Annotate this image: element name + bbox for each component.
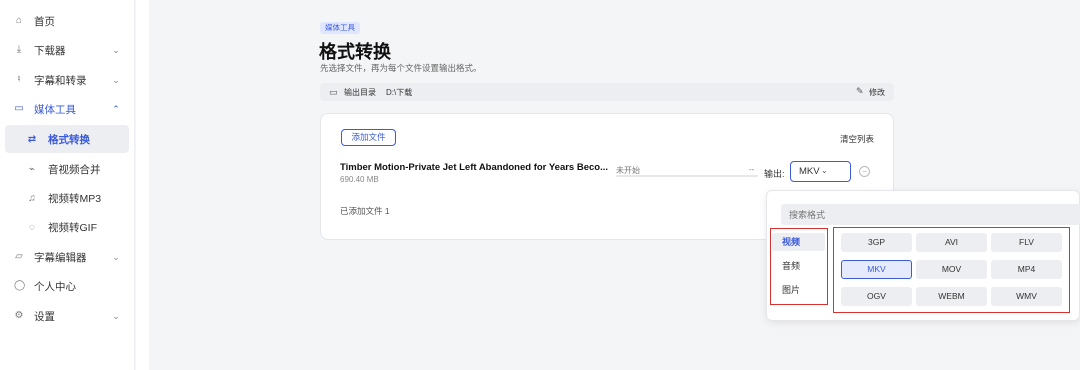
category-list: 视频 音频 图片: [770, 228, 828, 305]
sidebar-item-label: 视频转GIF: [48, 221, 97, 234]
page-subtitle: 先选择文件，再为每个文件设置输出格式。: [320, 63, 482, 73]
music-icon: ♫: [28, 192, 36, 204]
sidebar-item-downloader[interactable]: ⤓ 下载器 ⌄: [0, 36, 135, 64]
output-format-select[interactable]: MKV ⌄: [790, 161, 851, 182]
sidebar-item-video-to-gif[interactable]: ◌ 视频转GIF: [5, 213, 129, 241]
video-icon: ▭: [14, 103, 24, 114]
sidebar-item-subtitles-transcription[interactable]: ♮ 字幕和转录 ⌄: [0, 66, 135, 94]
format-dropdown-panel: 视频 音频 图片 3GP AVI FLV MKV MOV MP4 OGV WEB…: [766, 190, 1080, 321]
clear-list-button[interactable]: 清空列表: [840, 133, 874, 145]
file-count: 已添加文件 1: [340, 206, 390, 216]
chevron-down-icon: ⌄: [112, 44, 120, 55]
chevron-up-icon: ⌃: [112, 103, 120, 114]
sidebar-item-video-to-mp3[interactable]: ♫ 视频转MP3: [5, 184, 129, 212]
category-audio[interactable]: 音频: [772, 257, 825, 275]
progress-bar: [616, 175, 758, 177]
edit-directory-button[interactable]: 修改: [869, 87, 885, 98]
chevron-down-icon: ⌄: [821, 166, 828, 175]
output-directory-path: D:\下载: [386, 88, 413, 97]
subtitle-icon: ▱: [15, 251, 23, 262]
content-gutter: [136, 0, 149, 370]
format-option-avi[interactable]: AVI: [916, 233, 987, 252]
sidebar-item-label: 设置: [34, 310, 55, 323]
output-format-label: 输出:: [764, 169, 785, 179]
remove-file-icon[interactable]: −: [859, 166, 870, 177]
format-option-flv[interactable]: FLV: [991, 233, 1062, 252]
output-directory-bar: ▭ 输出目录 D:\下载 ✎ 修改: [320, 83, 894, 101]
progress-text: --: [749, 165, 755, 174]
home-icon: ⌂: [15, 15, 23, 26]
gear-icon: ⚙: [14, 310, 24, 321]
bulb-icon: ◌: [29, 221, 35, 233]
chevron-down-icon: ⌄: [112, 251, 120, 262]
format-option-3gp[interactable]: 3GP: [841, 233, 912, 252]
user-icon: ◯: [14, 280, 26, 291]
format-option-mov[interactable]: MOV: [916, 260, 987, 279]
sidebar-item-home[interactable]: ⌂ 首页: [0, 7, 135, 35]
sidebar-item-subtitle-editor[interactable]: ▱ 字幕编辑器 ⌄: [0, 243, 135, 271]
output-directory-label: 输出目录: [344, 88, 376, 97]
swap-icon: ⇄: [27, 133, 37, 145]
sidebar-item-label: 首页: [34, 15, 55, 28]
download-icon: ⤓: [16, 44, 22, 55]
add-file-button[interactable]: 添加文件: [341, 129, 396, 146]
link-icon: ⌁: [28, 163, 36, 175]
sidebar-item-label: 字幕编辑器: [34, 251, 87, 264]
sidebar-item-label: 字幕和转录: [34, 74, 87, 87]
sidebar-item-profile[interactable]: ◯ 个人中心: [0, 272, 135, 300]
folder-icon: ▭: [329, 87, 338, 97]
sidebar-item-media-tools[interactable]: ▭ 媒体工具 ⌃: [0, 95, 135, 123]
format-option-mp4[interactable]: MP4: [991, 260, 1062, 279]
microphone-icon: ♮: [17, 74, 21, 85]
sidebar-item-format-convert[interactable]: ⇄ 格式转换: [5, 125, 129, 153]
format-option-wmv[interactable]: WMV: [991, 287, 1062, 306]
sidebar-item-label: 下载器: [34, 44, 66, 57]
chevron-down-icon: ⌄: [112, 310, 120, 321]
format-option-webm[interactable]: WEBM: [916, 287, 987, 306]
format-option-mkv[interactable]: MKV: [841, 260, 912, 279]
category-video[interactable]: 视频: [772, 233, 825, 251]
category-badge: 媒体工具: [320, 22, 360, 34]
sidebar-item-settings[interactable]: ⚙ 设置 ⌄: [0, 302, 135, 330]
sidebar-item-label: 个人中心: [34, 280, 76, 293]
file-name: Timber Motion-Private Jet Left Abandoned…: [340, 162, 608, 173]
sidebar: ⌂ 首页 ⤓ 下载器 ⌄ ♮ 字幕和转录 ⌄ ▭ 媒体工具 ⌃ ⇄ 格式转换 ⌁…: [0, 0, 135, 370]
file-size: 690.40 MB: [340, 175, 379, 184]
edit-icon[interactable]: ✎: [856, 86, 864, 97]
page-title: 格式转换: [319, 42, 391, 62]
sidebar-item-av-merge[interactable]: ⌁ 音视频合并: [5, 155, 129, 183]
sidebar-item-label: 格式转换: [48, 133, 90, 146]
sidebar-item-label: 视频转MP3: [48, 192, 102, 205]
category-image[interactable]: 图片: [772, 281, 825, 299]
output-format-value: MKV: [799, 166, 820, 177]
format-search-input[interactable]: [781, 204, 1080, 225]
chevron-down-icon: ⌄: [112, 74, 120, 85]
format-grid: 3GP AVI FLV MKV MOV MP4 OGV WEBM WMV: [833, 227, 1070, 313]
sidebar-item-label: 音视频合并: [48, 163, 101, 176]
format-option-ogv[interactable]: OGV: [841, 287, 912, 306]
sidebar-item-label: 媒体工具: [34, 103, 76, 116]
